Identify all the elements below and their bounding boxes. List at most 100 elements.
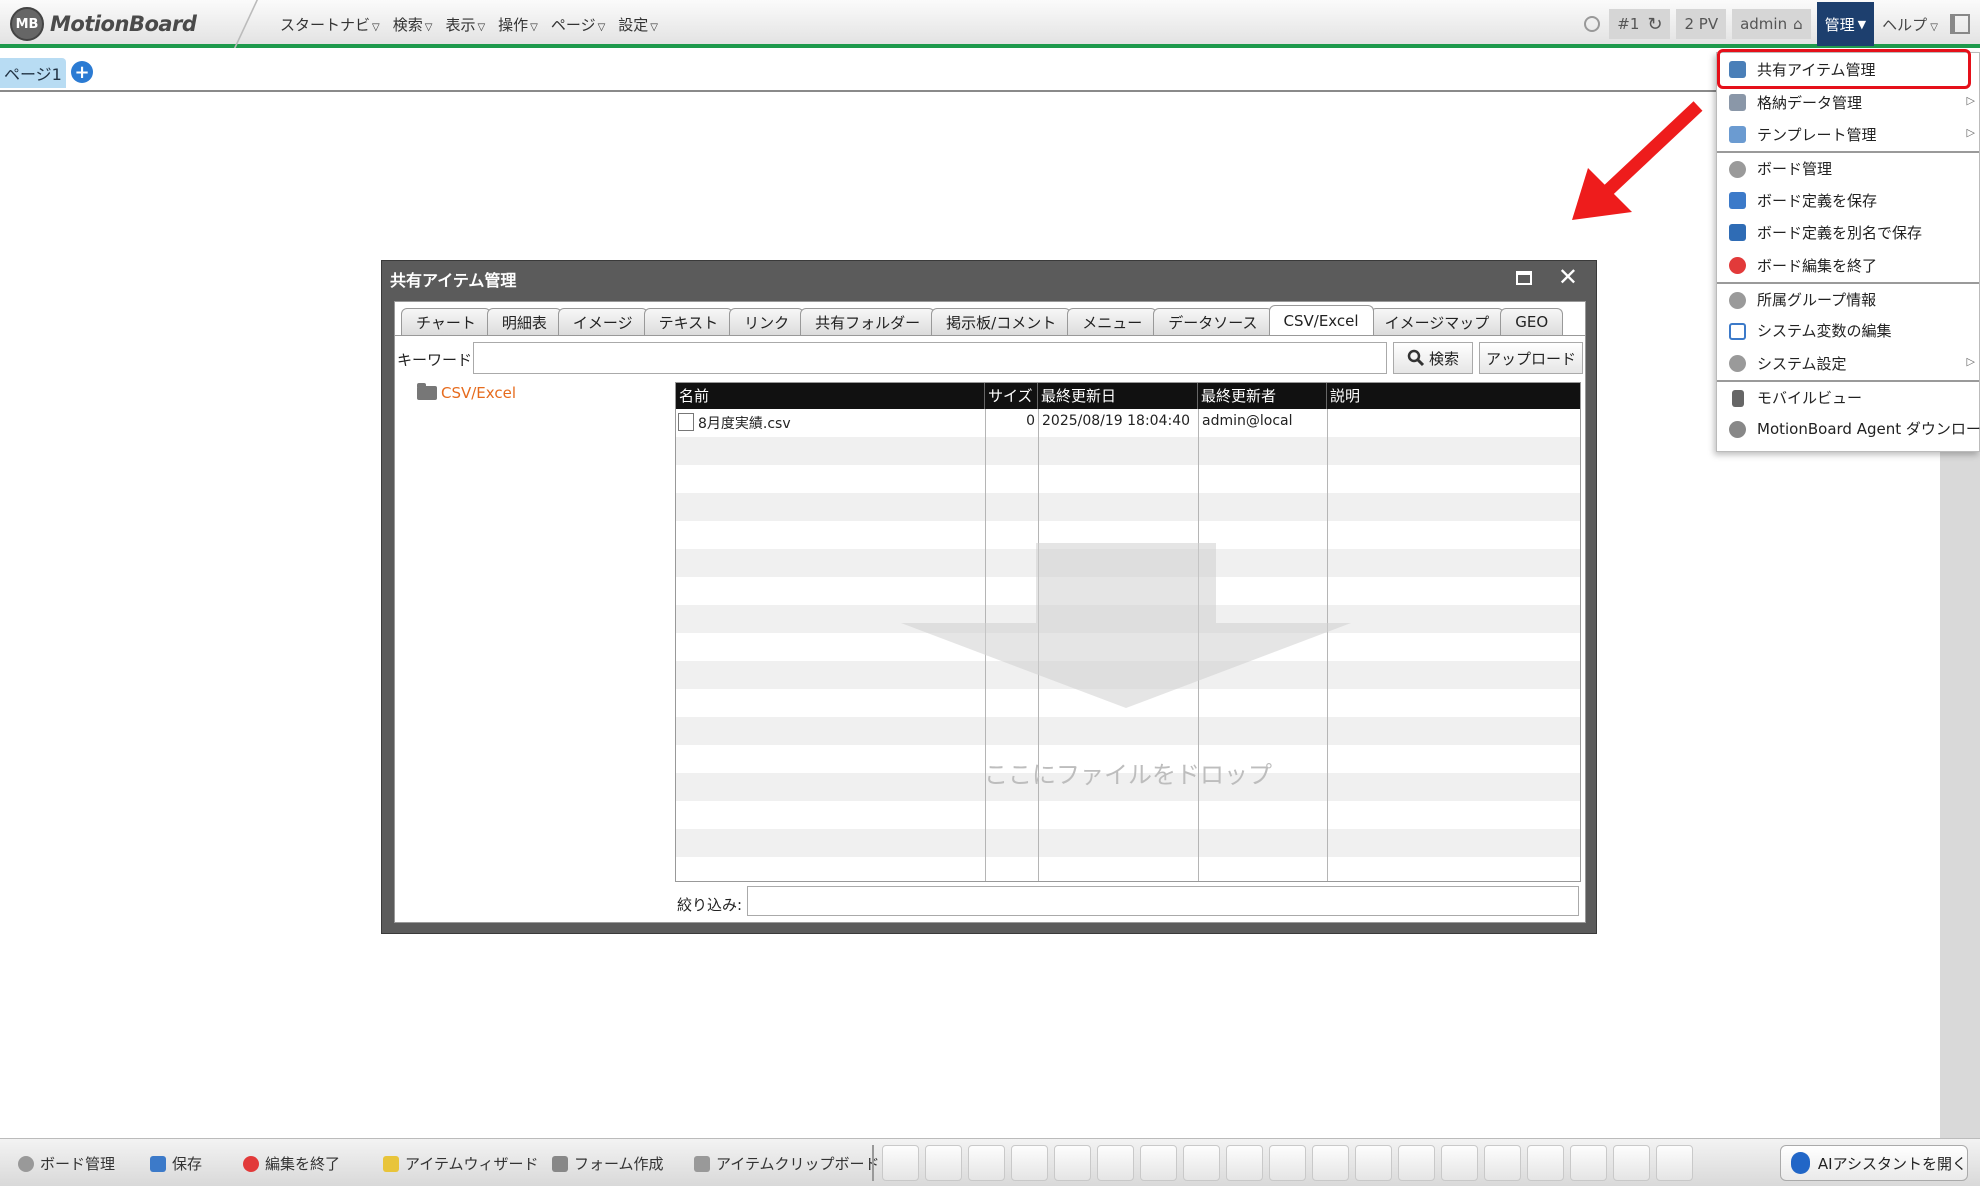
search-button[interactable]: 検索: [1393, 342, 1473, 374]
col-updated-by[interactable]: 最終更新者: [1198, 383, 1327, 409]
filter-input[interactable]: [747, 886, 1579, 916]
menu-start-navi[interactable]: スタートナビ: [280, 14, 380, 35]
admin-menu-button[interactable]: 管理 ▼: [1816, 2, 1875, 46]
home-icon: ⌂: [1793, 15, 1803, 33]
menu-system-settings[interactable]: システム設定 ▷: [1717, 347, 1979, 380]
bottom-item-clipboard-label: アイテムクリップボード: [716, 1155, 880, 1173]
bottom-board-manage-label: ボード管理: [40, 1155, 116, 1173]
search-button-label: 検索: [1428, 349, 1459, 368]
layout-icon[interactable]: [882, 1145, 919, 1181]
spellcheck-icon[interactable]: [1613, 1145, 1650, 1181]
plugin-icon[interactable]: [1656, 1145, 1693, 1181]
bottom-form-create[interactable]: フォーム作成: [552, 1153, 664, 1174]
upload-button[interactable]: アップロード: [1479, 342, 1583, 374]
drop-zone-text[interactable]: ここにファイルをドロップ: [676, 755, 1580, 790]
menu-stored-data[interactable]: 格納データ管理 ▷: [1717, 86, 1979, 119]
menu-template-label: テンプレート管理: [1757, 126, 1877, 145]
main-menu: スタートナビ 検索 表示 操作 ページ 設定: [280, 14, 658, 35]
col-description[interactable]: 説明: [1327, 383, 1580, 409]
toolbar-right: #1 ↻ 2 PV admin ⌂ 管理 ▼ ヘルプ ▽: [1581, 0, 1980, 48]
tab-link[interactable]: リンク: [729, 308, 805, 335]
col-name[interactable]: 名前: [676, 383, 985, 409]
image-icon[interactable]: [1054, 1145, 1091, 1181]
text-icon[interactable]: [1183, 1145, 1220, 1181]
page-tab-1[interactable]: ページ1: [0, 58, 66, 88]
menu-template[interactable]: テンプレート管理 ▷: [1717, 118, 1979, 151]
table-row[interactable]: 8月度実績.csv 0 2025/08/19 18:04:40 admin@lo…: [676, 409, 1580, 435]
logout-icon[interactable]: [1950, 14, 1970, 34]
board-number[interactable]: #1 ↻: [1609, 9, 1671, 39]
menu-board-manage[interactable]: ボード管理: [1717, 151, 1979, 184]
tab-chart[interactable]: チャート: [401, 308, 491, 335]
col-size[interactable]: サイズ: [985, 383, 1038, 409]
form-icon[interactable]: [1441, 1145, 1478, 1181]
filter-label: 絞り込み:: [677, 896, 743, 914]
menu-mobile-view[interactable]: モバイルビュー: [1717, 379, 1979, 413]
user-menu[interactable]: admin ⌂: [1732, 9, 1811, 39]
tab-shared-folder[interactable]: 共有フォルダー: [800, 308, 936, 335]
close-icon[interactable]: ✕: [1558, 263, 1578, 291]
bottom-item-clipboard[interactable]: アイテムクリップボード: [694, 1153, 880, 1174]
menu-shared-item[interactable]: 共有アイテム管理: [1717, 49, 1979, 89]
folder-icon[interactable]: [1312, 1145, 1349, 1181]
tab-image[interactable]: イメージ: [557, 308, 648, 335]
bottom-item-wizard[interactable]: アイテムウィザード: [383, 1153, 539, 1174]
close-circle-icon: [1729, 257, 1746, 275]
menu-search[interactable]: 検索: [393, 14, 433, 35]
menu-settings[interactable]: 設定: [618, 14, 658, 35]
dialog-body: チャート 明細表 イメージ テキスト リンク 共有フォルダー 掲示板/コメント …: [394, 301, 1586, 923]
menu-system-variable[interactable]: システム変数の編集: [1717, 315, 1979, 348]
cube-icon[interactable]: [1570, 1145, 1607, 1181]
menu-view[interactable]: 表示: [445, 14, 485, 35]
submenu-arrow-icon: ▷: [1966, 355, 1975, 369]
menu-page[interactable]: ページ: [551, 14, 605, 35]
shapes-icon[interactable]: [1398, 1145, 1435, 1181]
menu-shared-item-label: 共有アイテム管理: [1757, 60, 1876, 79]
chart-icon[interactable]: [925, 1145, 962, 1181]
tab-menu[interactable]: メニュー: [1067, 308, 1158, 335]
chat-icon[interactable]: [1581, 14, 1603, 34]
bottom-end-edit[interactable]: 編集を終了: [243, 1153, 340, 1174]
save-icon: [1729, 191, 1746, 209]
tab-csv-excel[interactable]: CSV/Excel: [1268, 305, 1374, 335]
red-arrow-annotation: [1572, 101, 1703, 220]
comment-icon[interactable]: [1269, 1145, 1306, 1181]
maximize-icon[interactable]: [1516, 271, 1532, 285]
keyword-input[interactable]: [473, 342, 1387, 374]
bottom-board-manage[interactable]: ボード管理: [18, 1153, 115, 1174]
dashboard-icon[interactable]: [1484, 1145, 1521, 1181]
add-page-icon[interactable]: +: [71, 61, 93, 83]
tab-bulletin-comment[interactable]: 掲示板/コメント: [931, 308, 1072, 335]
col-updated[interactable]: 最終更新日: [1038, 383, 1198, 409]
variable-icon: [1729, 322, 1746, 340]
info-icon[interactable]: [1527, 1145, 1564, 1181]
table-icon[interactable]: [968, 1145, 1005, 1181]
menu-save-board-label: ボード定義を保存: [1757, 191, 1878, 210]
app-logo[interactable]: MB MotionBoard: [10, 7, 197, 41]
tab-geo[interactable]: GEO: [1500, 308, 1564, 335]
network-icon[interactable]: [1097, 1145, 1134, 1181]
menu-save-board-as[interactable]: ボード定義を別名で保存: [1717, 216, 1979, 249]
menu-group-info[interactable]: 所属グループ情報: [1717, 281, 1979, 315]
bottom-save[interactable]: 保存: [150, 1153, 202, 1174]
menu-save-board[interactable]: ボード定義を保存: [1717, 184, 1979, 217]
folder-label: CSV/Excel: [441, 384, 517, 402]
clipboard-icon: [694, 1155, 710, 1172]
search-icon: [1407, 349, 1425, 367]
admin-dropdown-menu: 共有アイテム管理 格納データ管理 ▷ テンプレート管理 ▷ ボード管理 ボード定…: [1716, 49, 1980, 452]
tab-text[interactable]: テキスト: [643, 308, 734, 335]
tab-detail-table[interactable]: 明細表: [486, 308, 562, 335]
board-number-label: #1: [1617, 15, 1640, 33]
picture-icon[interactable]: [1140, 1145, 1177, 1181]
tab-image-map[interactable]: イメージマップ: [1369, 308, 1505, 335]
ai-assistant-button[interactable]: AIアシスタントを開く: [1780, 1145, 1968, 1181]
button-icon[interactable]: [1355, 1145, 1392, 1181]
tab-datasource[interactable]: データソース: [1153, 308, 1273, 335]
map-pin-icon[interactable]: [1226, 1145, 1263, 1181]
menu-agent-download[interactable]: MotionBoard Agent ダウンロード: [1717, 413, 1980, 446]
folder-tree-root[interactable]: CSV/Excel: [417, 383, 517, 402]
help-menu[interactable]: ヘルプ ▽: [1882, 14, 1938, 35]
menu-end-edit[interactable]: ボード編集を終了: [1717, 249, 1979, 282]
menu-operation[interactable]: 操作: [498, 14, 538, 35]
clock-icon[interactable]: [1011, 1145, 1048, 1181]
